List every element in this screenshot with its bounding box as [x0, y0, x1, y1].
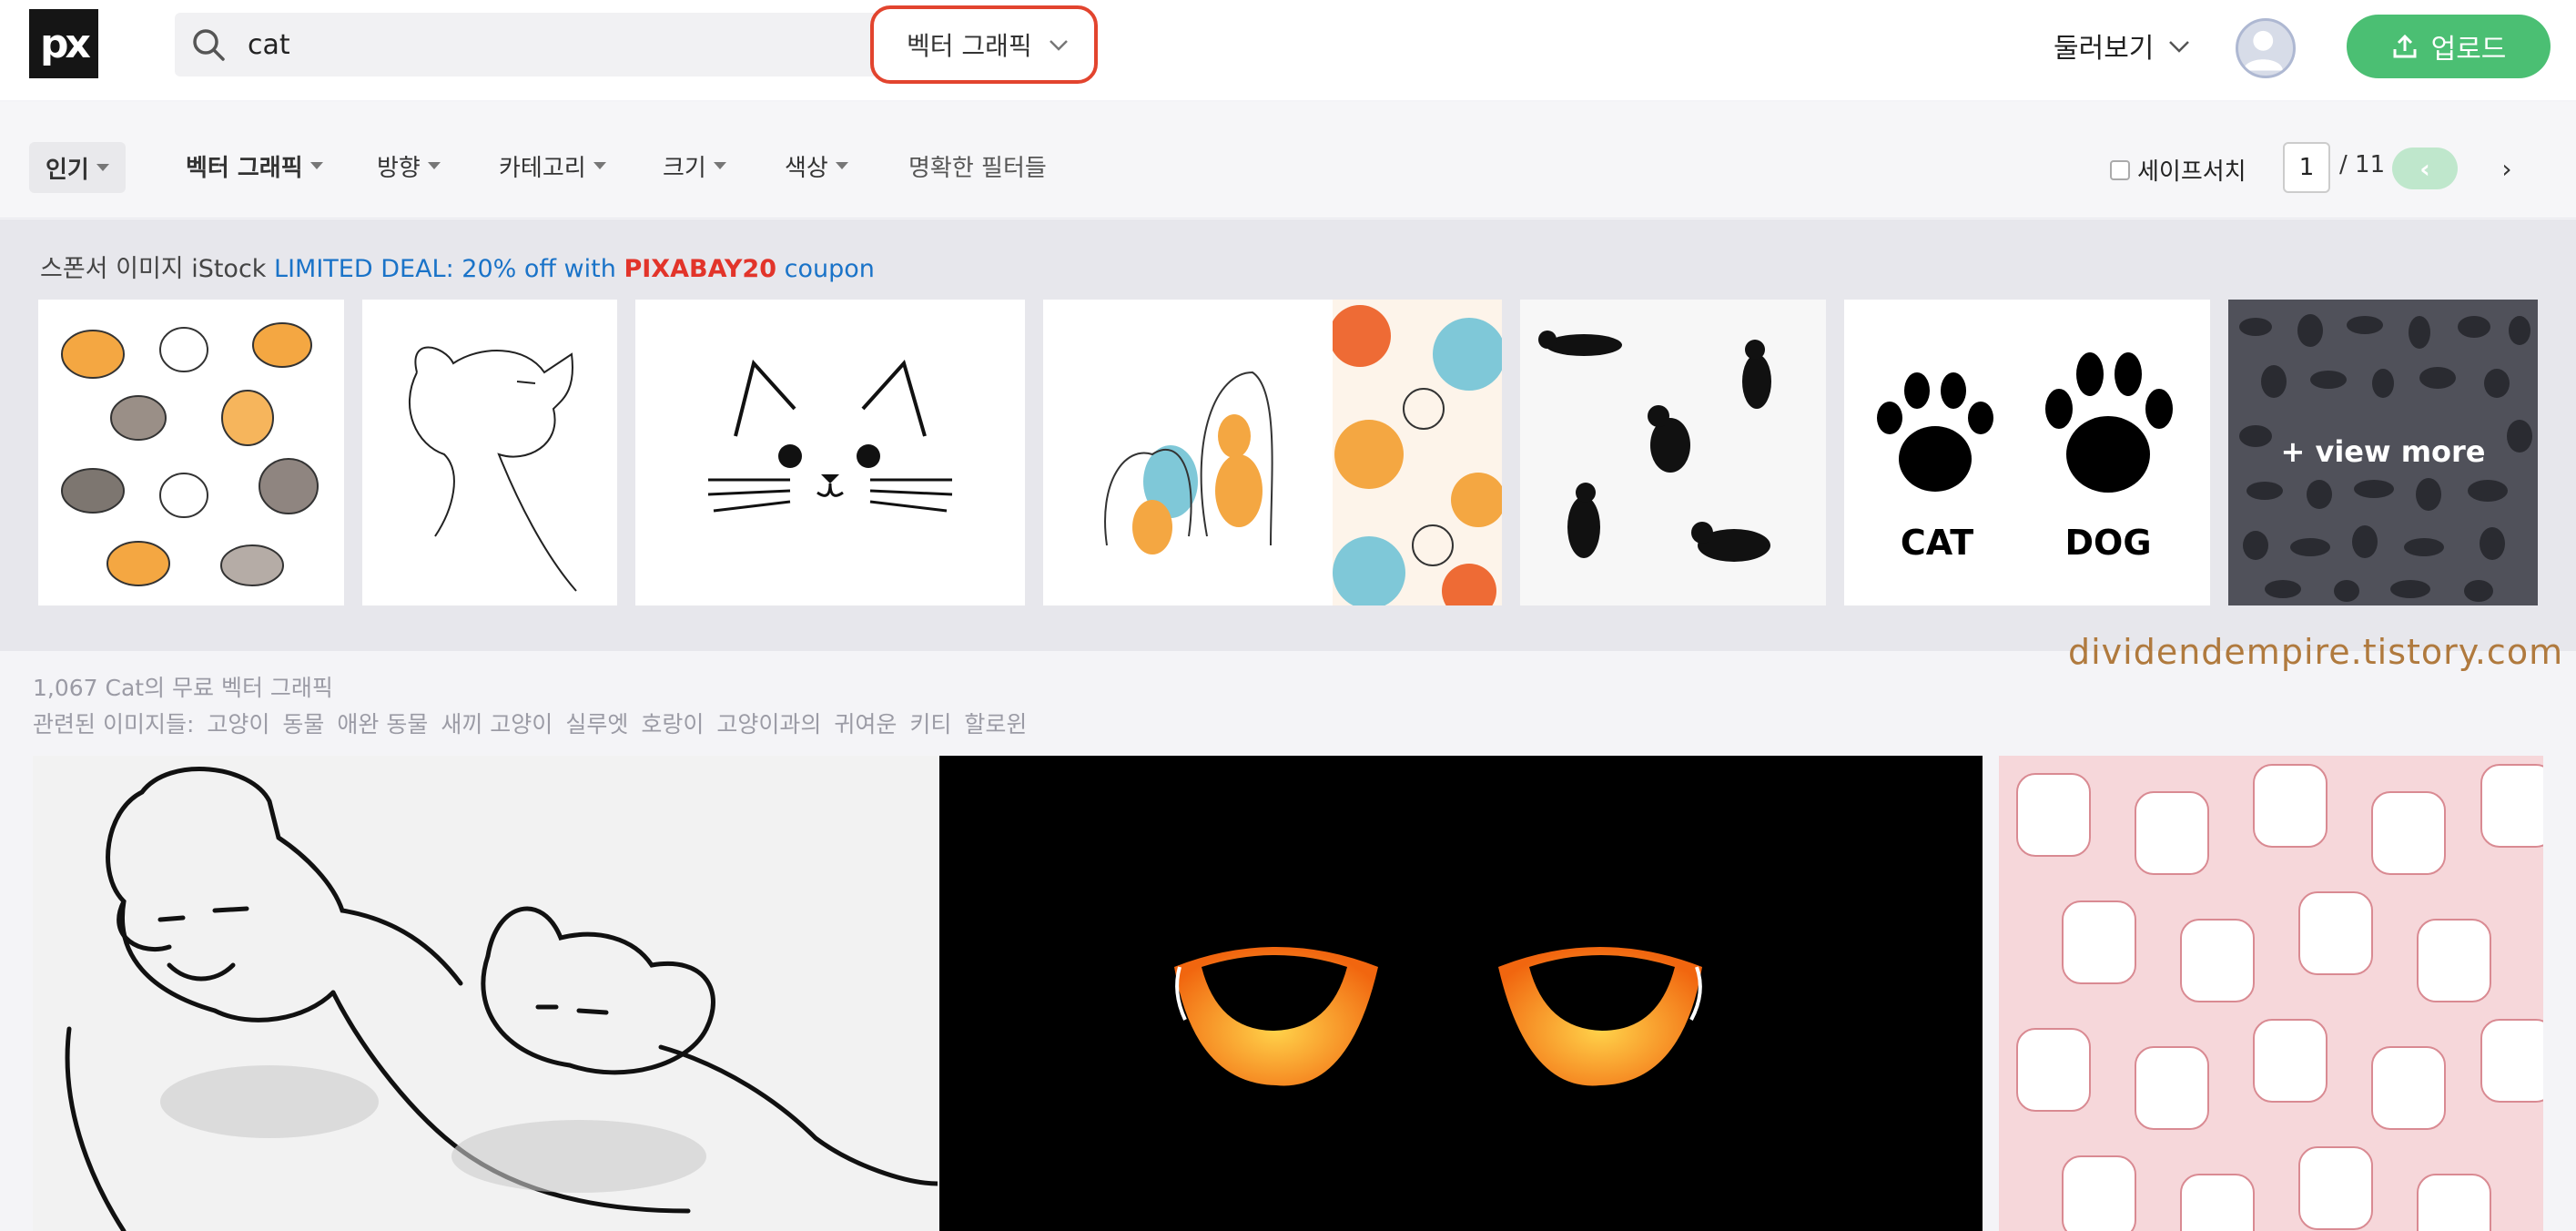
result-image-pink-cat-pattern[interactable]: [1999, 756, 2543, 1231]
browse-menu[interactable]: 둘러보기: [2054, 25, 2192, 66]
pets-color-illustration: [1043, 300, 1333, 605]
top-header: px 벡터 그래픽 둘러보기 업로드: [0, 0, 2576, 100]
next-page-button[interactable]: ›: [2481, 148, 2532, 189]
kittens-illustration: [38, 300, 344, 605]
safesearch-checkbox[interactable]: [2110, 159, 2130, 180]
caret-down-icon: [593, 162, 606, 169]
prev-page-button[interactable]: ‹: [2392, 148, 2458, 189]
paw-pattern: [1333, 300, 1502, 605]
media-type-select[interactable]: 벡터 그래픽: [870, 5, 1098, 84]
sponsor-strip: 스폰서 이미지 iStock LIMITED DEAL: 20% off wit…: [0, 219, 2576, 651]
clear-filters-link[interactable]: 명확한 필터들: [908, 146, 1047, 186]
related-label: 관련된 이미지들:: [33, 711, 195, 738]
avatar[interactable]: [2236, 18, 2296, 78]
results-count: 1,067 Cat의 무료 벡터 그래픽: [33, 675, 333, 701]
paw-label-cat: CAT: [1901, 523, 1973, 563]
caret-down-icon: [713, 162, 726, 169]
filter-bar: 인기 벡터 그래픽 방향 카테고리 크기 색상 명확한 필터들 세이프서치 1 …: [0, 102, 2576, 219]
chevron-down-icon: [1049, 40, 1068, 51]
sponsor-coupon-code: PIXABAY20: [624, 255, 777, 283]
related-tag[interactable]: 귀여운: [834, 707, 897, 739]
safesearch-label: 세이프서치: [2137, 158, 2246, 186]
sponsor-image-cat-silhouettes[interactable]: [1520, 300, 1826, 605]
search-input[interactable]: [248, 13, 830, 76]
watermark-text: dividendempire.tistory.com: [2068, 632, 2564, 672]
sponsor-image-kittens[interactable]: [38, 300, 344, 605]
page-total: / 11: [2339, 151, 2386, 178]
caret-down-icon: [96, 164, 109, 171]
upload-label: 업로드: [2430, 34, 2507, 66]
related-tag[interactable]: 실루엣: [565, 707, 628, 739]
sponsor-image-paws[interactable]: CAT DOG: [1844, 300, 2210, 605]
filter-vector[interactable]: 벡터 그래픽: [186, 146, 323, 186]
caret-down-icon: [835, 162, 848, 169]
related-tag[interactable]: 고양이과의: [716, 707, 821, 739]
chevron-down-icon: [2169, 41, 2190, 53]
result-image-cat-eyes[interactable]: [939, 756, 1983, 1231]
paw-label-dog: DOG: [2064, 523, 2151, 563]
sponsor-coupon-link[interactable]: coupon: [785, 255, 875, 283]
safesearch-toggle[interactable]: 세이프서치: [2110, 153, 2246, 187]
search-icon: [193, 29, 225, 61]
filter-size[interactable]: 크기: [663, 146, 726, 186]
view-more-tile[interactable]: + view more: [2228, 300, 2538, 605]
caret-down-icon: [309, 162, 323, 169]
upload-icon: [2393, 34, 2417, 58]
related-tags: 관련된 이미지들: 고양이 동물 애완 동물 새끼 고양이 실루엣 호랑이 고양…: [33, 707, 1027, 739]
filter-popular[interactable]: 인기: [29, 142, 126, 193]
sponsor-image-paw-pattern[interactable]: [1333, 300, 1502, 605]
paw-prints-illustration: CAT DOG: [1844, 300, 2210, 605]
pink-cat-pattern: [1999, 756, 2543, 1231]
pixabay-logo[interactable]: px: [29, 9, 98, 78]
view-more-label: + view more: [2280, 434, 2486, 469]
dog-cat-sketch: [33, 756, 938, 1231]
related-tag[interactable]: 할로윈: [964, 707, 1027, 739]
filter-orientation[interactable]: 방향: [377, 146, 441, 186]
related-tag[interactable]: 고양이: [207, 707, 269, 739]
cat-eyes-illustration: [939, 756, 1983, 1231]
cat-silhouettes: [1520, 300, 1826, 605]
filter-category[interactable]: 카테고리: [499, 146, 606, 186]
related-tag[interactable]: 동물: [282, 707, 324, 739]
sponsor-deal-link[interactable]: LIMITED DEAL: 20% off with: [274, 255, 616, 283]
user-icon: [2243, 30, 2284, 71]
media-type-label: 벡터 그래픽: [907, 31, 1032, 61]
search-bar[interactable]: [175, 13, 885, 76]
related-tag[interactable]: 새끼 고양이: [441, 707, 553, 739]
sponsor-image-cat-line[interactable]: [362, 300, 617, 605]
page-number-input[interactable]: 1: [2283, 142, 2330, 193]
related-tag[interactable]: 호랑이: [641, 707, 704, 739]
browse-label: 둘러보기: [2054, 33, 2155, 65]
cat-face-illustration: [635, 300, 1025, 605]
caret-down-icon: [427, 162, 441, 169]
upload-button[interactable]: 업로드: [2347, 15, 2551, 78]
filter-color[interactable]: 색상: [785, 146, 848, 186]
sponsor-image-pets-color[interactable]: [1043, 300, 1333, 605]
sponsor-image-cat-face[interactable]: [635, 300, 1025, 605]
cat-line-drawing: [362, 300, 617, 605]
related-tag[interactable]: 키티: [909, 707, 951, 739]
result-image-dog-cat-sketch[interactable]: [33, 756, 938, 1231]
related-tag[interactable]: 애완 동물: [337, 707, 428, 739]
sponsor-text: 스폰서 이미지 iStock LIMITED DEAL: 20% off wit…: [40, 255, 875, 283]
